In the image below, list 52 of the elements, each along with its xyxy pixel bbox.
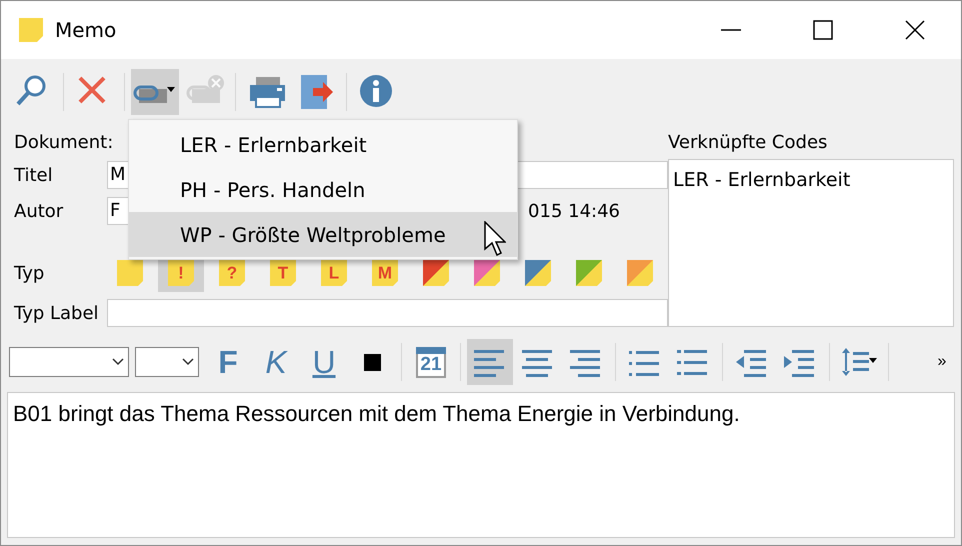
type-label: Typ (14, 262, 46, 286)
note-icon (372, 260, 398, 286)
code-item[interactable]: LER - Erlernbarkeit (673, 166, 949, 194)
menu-item[interactable]: WP - Größte Weltprobleme (129, 212, 517, 257)
type-option[interactable]: L (311, 254, 357, 292)
calendar-date: 21 (416, 354, 446, 378)
note-mark: ? (226, 264, 238, 282)
mouse-pointer-icon (484, 221, 506, 257)
type-option[interactable]: ? (209, 254, 255, 292)
italic-button[interactable]: K (253, 339, 299, 385)
note-icon (270, 260, 296, 286)
memo-icon (19, 18, 43, 42)
menu-item[interactable]: PH - Pers. Handeln (129, 167, 517, 212)
document-label: Dokument: (14, 131, 114, 155)
font-select[interactable] (9, 347, 129, 377)
line-spacing-icon (841, 346, 877, 378)
overflow-button[interactable]: » (927, 339, 957, 385)
title-label: Titel (14, 164, 54, 188)
link-dropdown-button[interactable] (131, 69, 179, 115)
note-icon (627, 260, 653, 286)
align-left-button[interactable] (467, 339, 513, 385)
type-option[interactable]: M (362, 254, 408, 292)
chevron-down-icon (112, 358, 124, 366)
window-title: Memo (55, 17, 116, 44)
date-text: 015 14:46 (528, 200, 620, 224)
note-icon (219, 260, 245, 286)
chevron-down-icon (182, 358, 194, 366)
underline-button[interactable]: U (301, 339, 347, 385)
note-icon (117, 260, 143, 286)
size-select[interactable] (135, 347, 199, 377)
type-label-field[interactable] (107, 299, 668, 327)
type-label-label: Typ Label (14, 302, 100, 326)
note-icon (474, 260, 500, 286)
editor-text[interactable]: B01 bringt das Thema Ressourcen mit dem Thema Energie in Verbindung. (7, 392, 955, 538)
note-mark: T (278, 264, 288, 282)
close-icon (905, 20, 925, 40)
type-option[interactable]: T (260, 254, 306, 292)
note-mark: ! (178, 264, 184, 282)
note-icon (168, 260, 194, 286)
maximize-icon (813, 20, 833, 40)
note-mark: M (378, 264, 392, 282)
menu-item[interactable]: LER - Erlernbarkeit (129, 122, 517, 167)
minimize-icon (721, 29, 741, 31)
author-label: Autor (14, 200, 64, 224)
date-button[interactable]: 21 (408, 339, 454, 385)
note-mark: L (328, 264, 340, 282)
note-icon (321, 260, 347, 286)
note-icon (423, 260, 449, 286)
note-icon (525, 260, 551, 286)
bold-button[interactable]: F (205, 339, 251, 385)
codes-heading: Verknüpfte Codes (668, 131, 828, 155)
note-icon (576, 260, 602, 286)
